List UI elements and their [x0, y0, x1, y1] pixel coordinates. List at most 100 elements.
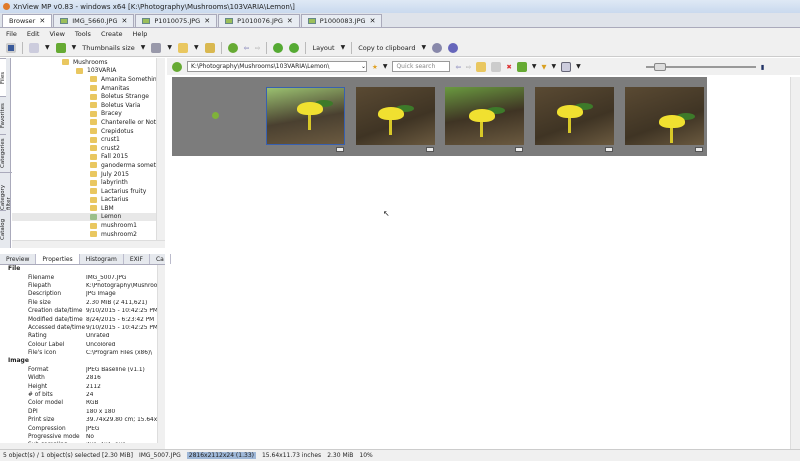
chevron-down-icon[interactable]: ▼	[421, 44, 426, 51]
chevron-down-icon[interactable]: ▼	[72, 44, 77, 51]
copy-to-clipboard-button[interactable]: Copy to clipboard	[358, 44, 415, 52]
new-folder-icon[interactable]	[476, 61, 487, 72]
fullscreen-icon[interactable]	[6, 42, 16, 53]
tab-properties[interactable]: Properties	[36, 254, 80, 264]
tree-item[interactable]: labyrinth	[12, 178, 156, 187]
menu-view[interactable]: View	[49, 30, 64, 38]
tree-item[interactable]: 103VARIA	[12, 67, 156, 76]
chevron-down-icon[interactable]: ▼	[194, 44, 199, 51]
side-tab-favorites[interactable]: Favorites	[0, 96, 6, 134]
chevron-down-icon[interactable]: ▼	[341, 44, 346, 51]
tab-image[interactable]: P1010076.JPG ✕	[218, 14, 300, 27]
thumbnail[interactable]	[625, 87, 704, 145]
rotate-right-icon[interactable]	[289, 42, 300, 53]
tree-item[interactable]: crust1	[12, 135, 156, 144]
settings-icon[interactable]	[432, 42, 443, 53]
tree-item[interactable]: Lactarius fruity	[12, 187, 156, 196]
slideshow-icon[interactable]	[151, 42, 162, 53]
batch-icon[interactable]	[177, 42, 188, 53]
sort-icon[interactable]	[516, 61, 527, 72]
side-tab-category-filter[interactable]: Category filter	[0, 172, 12, 210]
thumbnail-view[interactable]	[172, 77, 707, 156]
slider-handle[interactable]	[654, 62, 667, 71]
forward-icon[interactable]: ⇨	[466, 63, 471, 71]
thumbnail[interactable]	[535, 87, 614, 145]
thumbnail[interactable]	[356, 87, 435, 145]
close-icon[interactable]: ✕	[122, 17, 128, 25]
chevron-down-icon[interactable]: ▼	[167, 44, 172, 51]
folder-tree[interactable]: Mushrooms103VARIAAmanita Something2Amani…	[12, 58, 156, 240]
close-icon[interactable]: ✕	[287, 17, 293, 25]
chevron-down-icon[interactable]: ▼	[576, 63, 581, 70]
chevron-down-icon[interactable]: ▼	[532, 63, 537, 70]
tree-scrollbar-vertical[interactable]	[156, 58, 165, 240]
close-icon[interactable]: ✕	[204, 17, 210, 25]
tab-image[interactable]: P1000083.JPG ✕	[300, 14, 383, 27]
back-icon[interactable]: ⇦	[455, 63, 460, 71]
tab-categories[interactable]: Ca	[150, 254, 171, 264]
tree-scrollbar-horizontal[interactable]	[12, 240, 165, 248]
view-icon[interactable]	[561, 61, 572, 72]
rename-icon[interactable]	[204, 42, 215, 53]
layout-button[interactable]: Layout	[312, 44, 334, 52]
tree-item[interactable]: Amanitas	[12, 84, 156, 93]
tree-item[interactable]: mushroom1	[12, 221, 156, 230]
thumbnail-size-slider[interactable]	[645, 62, 756, 71]
filter-icon[interactable]: ▼	[541, 63, 546, 71]
tree-item[interactable]: Boletus Strange	[12, 92, 156, 101]
parent-folder-icon[interactable]	[212, 112, 219, 119]
star-icon[interactable]: ★	[372, 63, 378, 71]
properties-section[interactable]: Image	[0, 357, 157, 365]
tree-item[interactable]: crust2	[12, 144, 156, 153]
properties-section[interactable]: File	[0, 265, 157, 273]
close-icon[interactable]: ✕	[39, 17, 45, 25]
side-tab-categories[interactable]: Categories	[0, 134, 6, 172]
menu-tools[interactable]: Tools	[75, 30, 91, 38]
thumbnail[interactable]	[445, 87, 524, 145]
edit-icon[interactable]	[491, 61, 502, 72]
tree-item[interactable]: Lemon	[12, 212, 156, 222]
sort-icon[interactable]	[55, 42, 66, 53]
tree-item[interactable]: LBM	[12, 204, 156, 213]
tree-item[interactable]: Mushrooms	[12, 58, 156, 67]
tree-item[interactable]: Bracey	[12, 110, 156, 119]
tree-item[interactable]: Lactarius	[12, 196, 156, 205]
menu-create[interactable]: Create	[101, 30, 123, 38]
tree-item[interactable]: Chanterelle or Not	[12, 118, 156, 127]
tree-item[interactable]: Crepidotus	[12, 127, 156, 136]
view-mode-icon[interactable]	[29, 42, 39, 53]
main-scrollbar[interactable]	[790, 77, 800, 449]
menu-help[interactable]: Help	[133, 30, 148, 38]
tree-item[interactable]: mushroom2	[12, 230, 156, 239]
tree-item[interactable]: Boletus Varia	[12, 101, 156, 110]
menu-edit[interactable]: Edit	[27, 30, 40, 38]
path-input[interactable]: K:\Photography\Mushrooms\103VARIA\Lemon\…	[187, 61, 367, 72]
thumbnails-size-button[interactable]: Thumbnails size	[82, 44, 134, 52]
chevron-down-icon[interactable]: ▼	[551, 63, 556, 70]
tree-item[interactable]: Fall 2015	[12, 153, 156, 162]
tab-preview[interactable]: Preview	[0, 254, 37, 264]
side-tab-files[interactable]: Files	[0, 58, 6, 96]
help-icon[interactable]	[448, 42, 459, 53]
chevron-down-icon[interactable]: ▼	[45, 44, 50, 51]
delete-icon[interactable]: ✖	[506, 63, 511, 71]
go-up-icon[interactable]	[172, 61, 182, 72]
back-icon[interactable]: ⇦	[244, 44, 249, 52]
rotate-left-icon[interactable]	[273, 42, 284, 53]
tab-histogram[interactable]: Histogram	[80, 254, 124, 264]
thumbnail[interactable]	[266, 87, 345, 145]
tree-item[interactable]: ganoderma something	[12, 161, 156, 170]
menu-file[interactable]: File	[6, 30, 17, 38]
tree-item[interactable]: Amanita Something2	[12, 75, 156, 84]
close-icon[interactable]: ✕	[370, 17, 376, 25]
forward-icon[interactable]: ⇨	[255, 44, 260, 52]
tab-browser[interactable]: Browser ✕	[2, 14, 53, 27]
tree-item[interactable]: July 2015	[12, 170, 156, 179]
tab-image[interactable]: IMG_5660.JPG ✕	[53, 14, 135, 27]
properties-scrollbar[interactable]	[157, 265, 165, 443]
side-tab-catalog[interactable]: Catalog	[0, 210, 6, 248]
parent-folder-icon[interactable]	[227, 42, 238, 53]
quick-search-input[interactable]: Quick search	[392, 61, 451, 72]
chevron-down-icon[interactable]: ▼	[383, 63, 388, 70]
tab-image[interactable]: P1010075.JPG ✕	[135, 14, 218, 27]
